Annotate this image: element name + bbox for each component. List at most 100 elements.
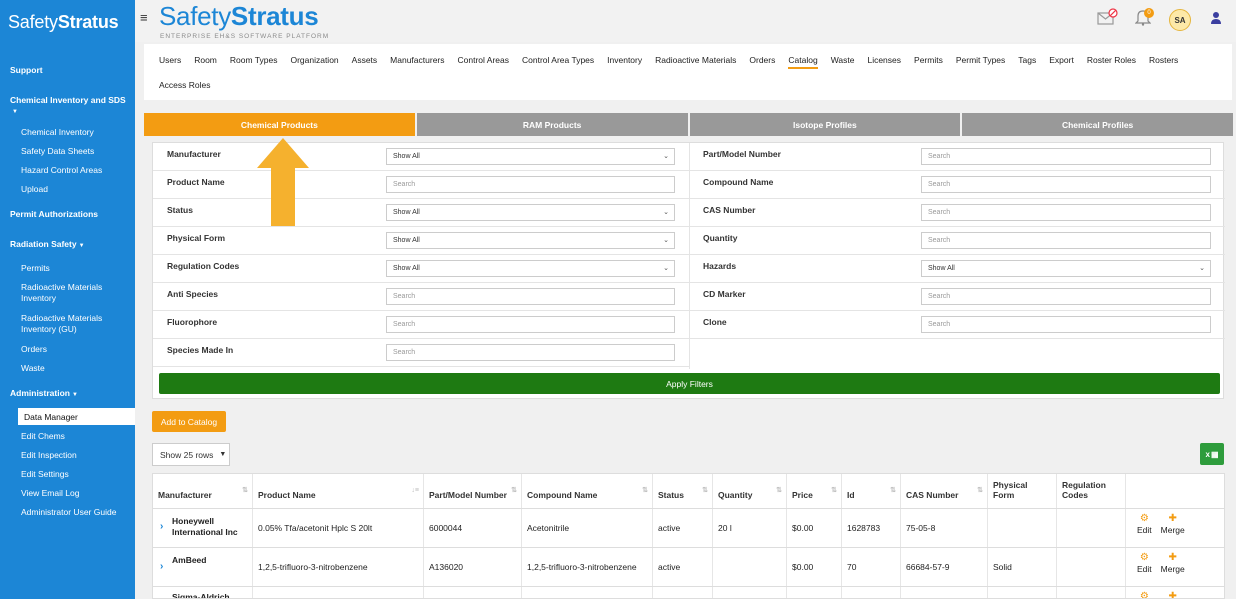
nav-item-manufacturers[interactable]: Manufacturers bbox=[390, 55, 444, 69]
nav-item-orders[interactable]: Orders bbox=[749, 55, 775, 69]
nav-item-tags[interactable]: Tags bbox=[1018, 55, 1036, 69]
sidebar-item-administrator-user-guide[interactable]: Administrator User Guide bbox=[21, 507, 129, 518]
sidebar-item-data-manager[interactable]: Data Manager bbox=[18, 408, 135, 425]
sidebar-item-edit-chems[interactable]: Edit Chems bbox=[21, 431, 129, 442]
column-header-cas-number[interactable]: CAS Number ⇅ bbox=[901, 474, 988, 508]
menu-icon[interactable]: ≡ bbox=[140, 10, 148, 25]
expand-row-icon[interactable]: › bbox=[160, 521, 163, 532]
merge-button[interactable]: ✚Merge bbox=[1161, 553, 1185, 575]
sidebar-item-permit-authorizations[interactable]: Permit Authorizations bbox=[10, 209, 98, 219]
nav-item-inventory[interactable]: Inventory bbox=[607, 55, 642, 69]
nav-item-export[interactable]: Export bbox=[1049, 55, 1074, 69]
edit-button[interactable]: ⚙Edit bbox=[1137, 514, 1152, 536]
filter-anti-species-input[interactable]: Search bbox=[386, 288, 675, 305]
sort-icon[interactable]: ⇅ bbox=[242, 486, 248, 496]
column-header-price[interactable]: Price ⇅ bbox=[787, 474, 842, 508]
tab-chemical-profiles[interactable]: Chemical Profiles bbox=[962, 113, 1233, 136]
sidebar-item-support[interactable]: Support bbox=[10, 65, 43, 75]
filter-manufacturer-select[interactable]: Show All ⌄ bbox=[386, 148, 675, 165]
filter-hazards-select[interactable]: Show All ⌄ bbox=[921, 260, 1211, 277]
sidebar-item-chemical-inventory-sds[interactable]: Chemical Inventory and SDS ▼ bbox=[10, 95, 126, 115]
column-header-regulation-codes[interactable]: Regulation Codes bbox=[1057, 474, 1126, 508]
sidebar-item-view-email-log[interactable]: View Email Log bbox=[21, 488, 129, 499]
tab-ram-products[interactable]: RAM Products bbox=[416, 113, 688, 136]
nav-item-radioactive-materials[interactable]: Radioactive Materials bbox=[655, 55, 736, 69]
column-header-product-name[interactable]: Product Name ↓≡ bbox=[253, 474, 424, 508]
avatar[interactable]: SA bbox=[1169, 9, 1191, 31]
tab-chemical-products[interactable]: Chemical Products bbox=[144, 113, 415, 136]
filter-product-name-input[interactable]: Search bbox=[386, 176, 675, 193]
sidebar-item-orders[interactable]: Orders bbox=[21, 344, 129, 355]
merge-button[interactable]: ✚Merge bbox=[1161, 514, 1185, 536]
filter-cas-number-input[interactable]: Search bbox=[921, 204, 1211, 221]
filter-fluorophore-input[interactable]: Search bbox=[386, 316, 675, 333]
sidebar-item-radiation-safety[interactable]: Radiation Safety ▼ bbox=[10, 239, 85, 249]
table-row[interactable]: › Honeywell International Inc 0.05% Tfa/ac… bbox=[153, 508, 1224, 548]
sort-icon[interactable]: ⇅ bbox=[890, 486, 896, 496]
edit-button[interactable]: ⚙Edit bbox=[1137, 553, 1152, 575]
nav-item-rosters[interactable]: Rosters bbox=[1149, 55, 1178, 69]
filter-quantity-input[interactable]: Search bbox=[921, 232, 1211, 249]
expand-row-icon[interactable]: › bbox=[160, 561, 163, 572]
sort-icon[interactable]: ⇅ bbox=[977, 486, 983, 496]
edit-button[interactable]: ⚙Edit bbox=[1137, 592, 1152, 599]
nav-item-control-areas[interactable]: Control Areas bbox=[458, 55, 510, 69]
sidebar-item-upload[interactable]: Upload bbox=[21, 184, 129, 195]
filter-physical-form-select[interactable]: Show All ⌄ bbox=[386, 232, 675, 249]
sidebar-item-radioactive-materials-inventory-gu[interactable]: Radioactive Materials Inventory (GU) bbox=[21, 313, 129, 335]
sidebar-logo[interactable]: Safety Stratus bbox=[0, 0, 135, 44]
user-icon[interactable] bbox=[1210, 11, 1222, 28]
sort-icon[interactable]: ⇅ bbox=[776, 486, 782, 496]
nav-item-catalog[interactable]: Catalog bbox=[788, 55, 818, 69]
sidebar-item-radioactive-materials-inventory[interactable]: Radioactive Materials Inventory bbox=[21, 282, 129, 304]
nav-item-waste[interactable]: Waste bbox=[831, 55, 855, 69]
column-header-physical-form[interactable]: Physical Form bbox=[988, 474, 1057, 508]
show-rows-select[interactable]: Show 25 rows ▼ bbox=[152, 443, 230, 466]
sidebar-item-administration[interactable]: Administration ▼ bbox=[10, 388, 78, 398]
sidebar-item-permits[interactable]: Permits bbox=[21, 263, 129, 274]
column-header-quantity[interactable]: Quantity ⇅ bbox=[713, 474, 787, 508]
nav-item-access-roles[interactable]: Access Roles bbox=[159, 80, 211, 90]
nav-item-organization[interactable]: Organization bbox=[290, 55, 338, 69]
nav-item-roster-roles[interactable]: Roster Roles bbox=[1087, 55, 1136, 69]
merge-button[interactable]: ✚Merge bbox=[1161, 592, 1185, 599]
nav-item-permits[interactable]: Permits bbox=[914, 55, 943, 69]
filter-compound-name-input[interactable]: Search bbox=[921, 176, 1211, 193]
sidebar-item-hazard-control-areas[interactable]: Hazard Control Areas bbox=[21, 165, 129, 176]
nav-item-permit-types[interactable]: Permit Types bbox=[956, 55, 1005, 69]
sidebar-item-chemical-inventory[interactable]: Chemical Inventory bbox=[21, 127, 129, 138]
nav-item-room[interactable]: Room bbox=[194, 55, 217, 69]
excel-export-button[interactable]: x ▦ bbox=[1200, 443, 1224, 465]
filter-cd-marker-input[interactable]: Search bbox=[921, 288, 1211, 305]
filter-regulation-codes-select[interactable]: Show All ⌄ bbox=[386, 260, 675, 277]
table-row[interactable]: › AmBeed 1,2,5-trifluoro-3-nitrobenzene A13… bbox=[153, 547, 1224, 587]
table-row[interactable]: Sigma-Aldrich ⚙Edit ✚Merge bbox=[153, 586, 1224, 599]
sort-icon[interactable]: ⇅ bbox=[702, 486, 708, 496]
nav-item-room-types[interactable]: Room Types bbox=[230, 55, 278, 69]
sort-icon[interactable]: ⇅ bbox=[511, 486, 517, 496]
sidebar-item-safety-data-sheets[interactable]: Safety Data Sheets bbox=[21, 146, 129, 157]
nav-item-users[interactable]: Users bbox=[159, 55, 181, 69]
mail-muted-icon[interactable] bbox=[1097, 8, 1119, 29]
sort-icon[interactable]: ↓≡ bbox=[411, 486, 419, 496]
column-header-status[interactable]: Status ⇅ bbox=[653, 474, 713, 508]
filter-clone-input[interactable]: Search bbox=[921, 316, 1211, 333]
column-header-manufacturer[interactable]: Manufacturer ⇅ bbox=[153, 474, 253, 508]
filter-species-made-in-input[interactable]: Search bbox=[386, 344, 675, 361]
sidebar-item-edit-settings[interactable]: Edit Settings bbox=[21, 469, 129, 480]
filter-status-select[interactable]: Show All ⌄ bbox=[386, 204, 675, 221]
column-header-id[interactable]: Id ⇅ bbox=[842, 474, 901, 508]
nav-item-assets[interactable]: Assets bbox=[352, 55, 378, 69]
column-header-part-model-number[interactable]: Part/Model Number ⇅ bbox=[424, 474, 522, 508]
sort-icon[interactable]: ⇅ bbox=[831, 486, 837, 496]
sidebar-item-waste[interactable]: Waste bbox=[21, 363, 129, 374]
nav-item-control-area-types[interactable]: Control Area Types bbox=[522, 55, 594, 69]
column-header-compound-name[interactable]: Compound Name ⇅ bbox=[522, 474, 653, 508]
sidebar-item-edit-inspection[interactable]: Edit Inspection bbox=[21, 450, 129, 461]
tab-isotope-profiles[interactable]: Isotope Profiles bbox=[689, 113, 961, 136]
apply-filters-button[interactable]: Apply Filters bbox=[159, 373, 1220, 394]
filter-part-model-number-input[interactable]: Search bbox=[921, 148, 1211, 165]
add-to-catalog-button[interactable]: Add to Catalog bbox=[152, 411, 226, 432]
nav-item-licenses[interactable]: Licenses bbox=[867, 55, 901, 69]
sort-icon[interactable]: ⇅ bbox=[642, 486, 648, 496]
